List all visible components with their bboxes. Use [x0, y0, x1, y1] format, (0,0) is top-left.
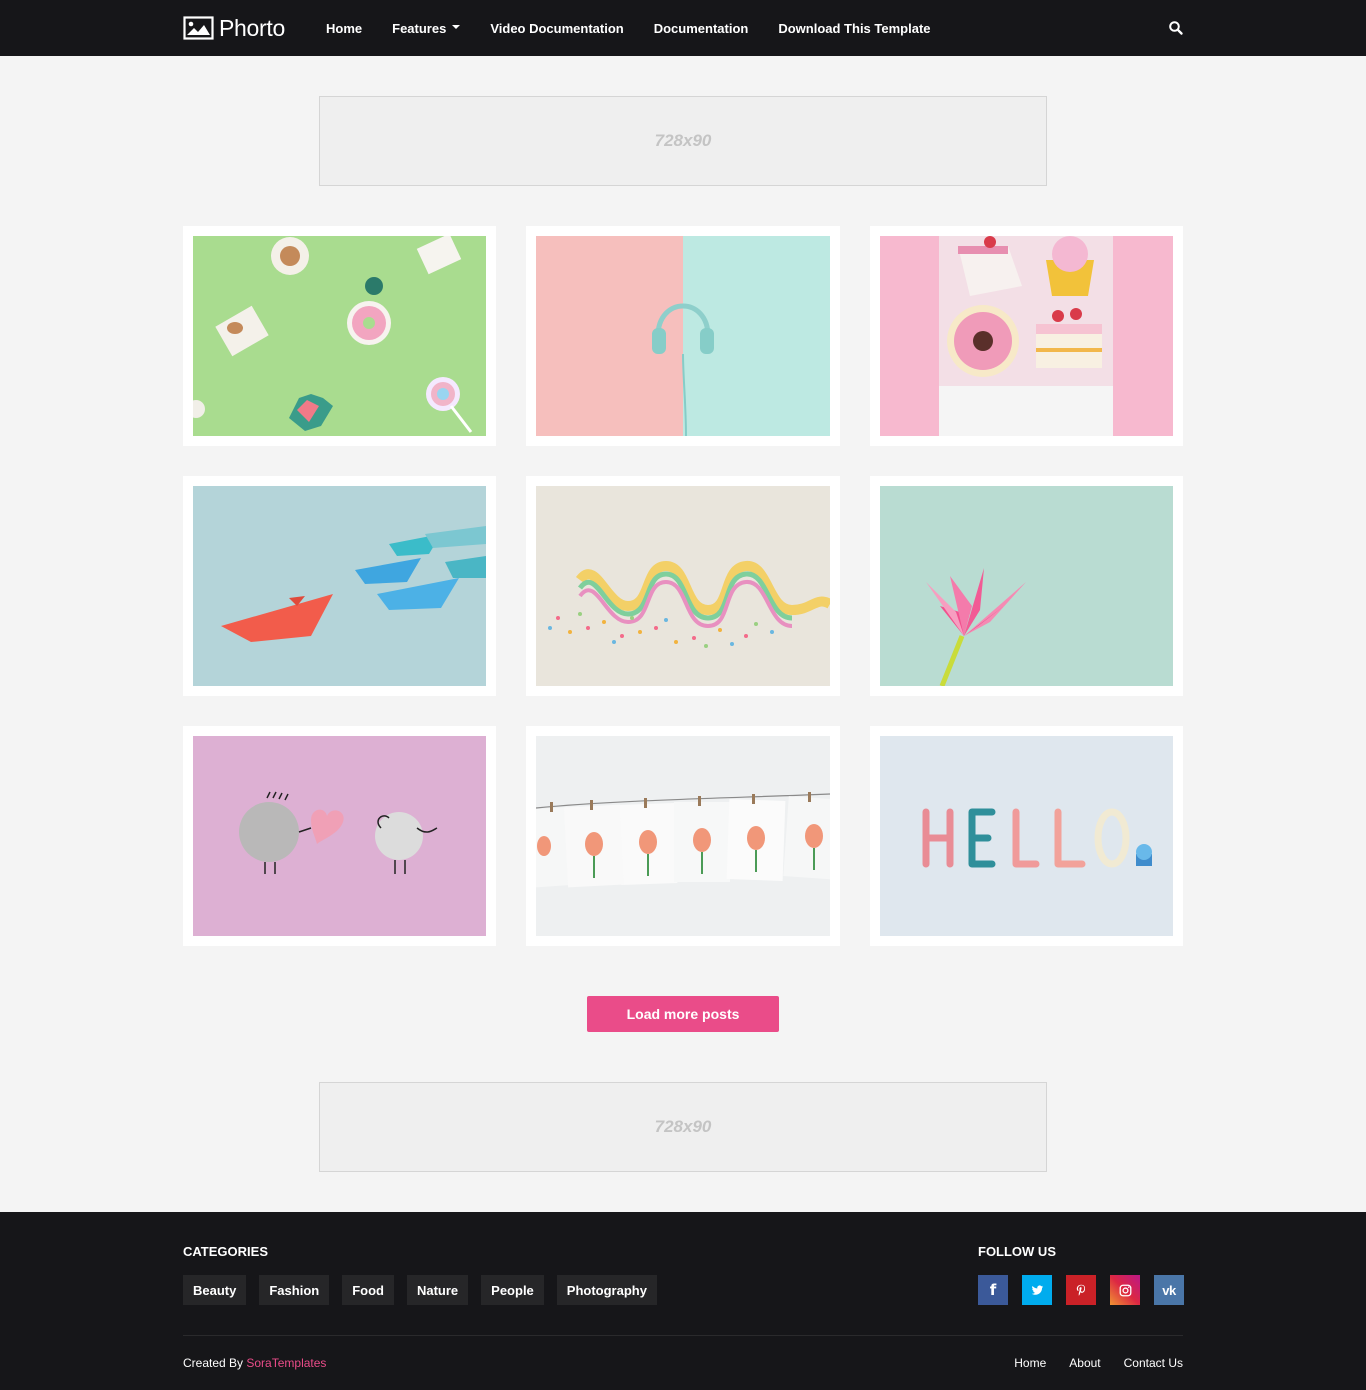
category-list: Beauty Fashion Food Nature People Photog…: [183, 1275, 670, 1305]
nav-features-label: Features: [392, 20, 447, 36]
site-header: Phorto Home Features Video Documentation…: [0, 0, 1366, 56]
search-button[interactable]: [1168, 20, 1184, 36]
nav-documentation-label: Documentation: [653, 20, 749, 36]
post-thumbnail[interactable]: [193, 486, 486, 686]
footer-divider: [183, 1335, 1183, 1336]
post-card[interactable]: [526, 226, 840, 446]
twitter-button[interactable]: [1022, 1275, 1052, 1305]
ad-size-label: 728x90: [654, 131, 712, 150]
site-footer: CATEGORIES Beauty Fashion Food Nature Pe…: [0, 1212, 1366, 1390]
load-more-button[interactable]: Load more posts: [587, 996, 779, 1032]
caret-down-icon: [452, 25, 461, 29]
post-thumbnail[interactable]: [193, 236, 486, 436]
post-thumbnail[interactable]: [880, 236, 1173, 436]
credit-link[interactable]: SoraTemplates: [246, 1356, 326, 1370]
footer-link-about[interactable]: About: [1069, 1356, 1100, 1370]
thumbnail-image-paper-boats: [193, 486, 486, 686]
logo[interactable]: Phorto: [183, 14, 285, 42]
post-thumbnail[interactable]: [536, 486, 830, 686]
facebook-icon: f: [989, 1281, 997, 1299]
thumbnail-image-rainbow-ribbon: [536, 486, 830, 686]
credit-prefix: Created By: [183, 1356, 244, 1370]
twitter-icon: [1031, 1284, 1043, 1295]
thumbnail-image-hello-clay: [880, 736, 1173, 936]
post-grid: [183, 226, 1183, 946]
post-card[interactable]: [183, 476, 496, 696]
post-card[interactable]: [526, 726, 840, 946]
nav-video-documentation[interactable]: Video Documentation: [490, 21, 623, 36]
post-card[interactable]: [183, 726, 496, 946]
nav-download-template-label: Download This Template: [778, 20, 931, 36]
category-nature[interactable]: Nature: [406, 1275, 469, 1305]
nav-video-documentation-label: Video Documentation: [490, 20, 624, 36]
nav-documentation[interactable]: Documentation: [654, 21, 749, 36]
thumbnail-image-flower-cards: [536, 736, 830, 936]
brand-name: Phorto: [219, 14, 285, 41]
footer-menu: Home About Contact Us: [991, 1356, 1183, 1370]
post-thumbnail[interactable]: [193, 736, 486, 936]
facebook-button[interactable]: f: [978, 1275, 1008, 1305]
post-card[interactable]: [183, 226, 496, 446]
pinterest-icon: [1076, 1284, 1086, 1296]
thumbnail-image-headphones: [536, 236, 830, 436]
main-nav: Home Features Video Documentation Docume…: [326, 0, 961, 56]
social-links: f vk: [978, 1275, 1184, 1305]
category-beauty[interactable]: Beauty: [183, 1275, 247, 1305]
category-people[interactable]: People: [481, 1275, 544, 1305]
thumbnail-image-paper-lily: [880, 486, 1173, 686]
search-icon: [1169, 21, 1183, 35]
post-card[interactable]: [870, 476, 1183, 696]
ad-banner-bottom[interactable]: 728x90: [319, 1082, 1047, 1172]
post-card[interactable]: [870, 726, 1183, 946]
thumbnail-image-pebble-couple: [193, 736, 486, 936]
nav-features[interactable]: Features: [392, 20, 461, 36]
post-thumbnail[interactable]: [880, 736, 1173, 936]
nav-home[interactable]: Home: [326, 21, 362, 36]
thumbnail-image-pink-desserts: [880, 236, 1173, 436]
ad-size-label: 728x90: [654, 1117, 712, 1136]
footer-credit: Created By SoraTemplates: [183, 1356, 326, 1370]
ad-banner-top[interactable]: 728x90: [319, 96, 1047, 186]
nav-home-label: Home: [326, 20, 363, 36]
image-icon: [183, 16, 214, 40]
thumbnail-image-green-candies: [193, 236, 486, 436]
vk-icon: vk: [1162, 1282, 1176, 1298]
post-thumbnail[interactable]: [880, 486, 1173, 686]
post-thumbnail[interactable]: [536, 236, 830, 436]
footer-link-contact[interactable]: Contact Us: [1124, 1356, 1183, 1370]
post-card[interactable]: [870, 226, 1183, 446]
instagram-button[interactable]: [1110, 1275, 1140, 1305]
instagram-icon: [1119, 1284, 1131, 1296]
footer-link-home[interactable]: Home: [1014, 1356, 1046, 1370]
category-food[interactable]: Food: [342, 1275, 394, 1305]
category-photography[interactable]: Photography: [556, 1275, 657, 1305]
category-fashion[interactable]: Fashion: [259, 1275, 330, 1305]
nav-download-template[interactable]: Download This Template: [778, 21, 930, 36]
post-thumbnail[interactable]: [536, 736, 830, 936]
pinterest-button[interactable]: [1066, 1275, 1096, 1305]
vk-button[interactable]: vk: [1154, 1275, 1184, 1305]
follow-title: FOLLOW US: [978, 1244, 1056, 1259]
post-card[interactable]: [526, 476, 840, 696]
categories-title: CATEGORIES: [183, 1244, 268, 1259]
